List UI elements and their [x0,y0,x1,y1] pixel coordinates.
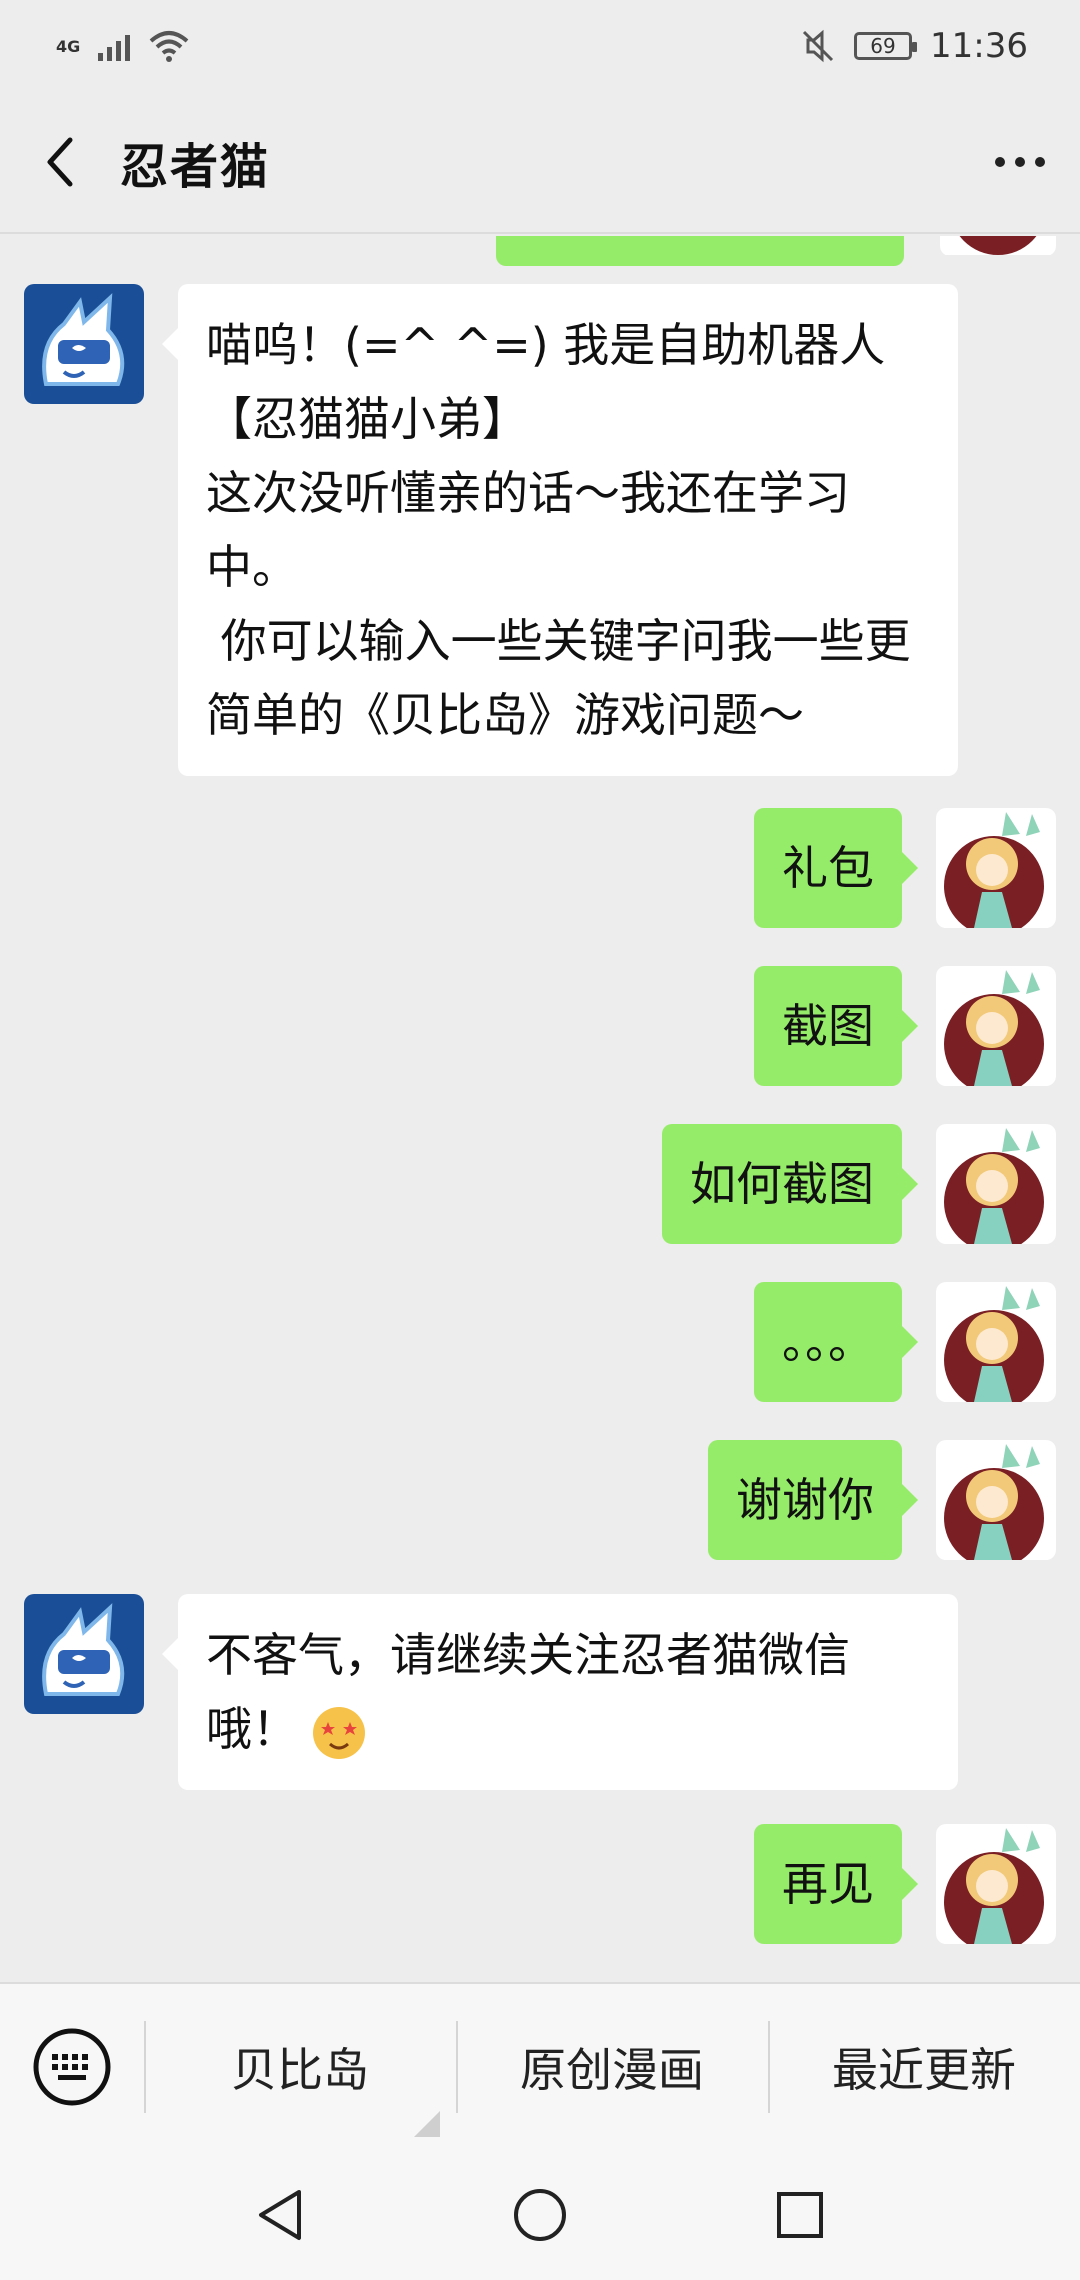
anime-girl-avatar-icon [936,1440,1056,1560]
message-outgoing: 截图 [754,966,1056,1086]
message-bubble[interactable]: 谢谢你 [708,1440,918,1560]
nav-recents-button[interactable] [770,2185,830,2245]
ninja-cat-icon [24,284,144,404]
message-bubble[interactable]: 截图 [754,966,918,1086]
menu-item-original-comics[interactable]: 原创漫画 [456,1983,768,2151]
nav-home-button[interactable] [510,2185,570,2245]
message-incoming: 喵呜！(=^ ^=) 我是自助机器人 【忍猫猫小弟】 这次没听懂亲的话～我还在学… [24,284,958,776]
menu-item-label: 贝比岛 [231,2043,369,2097]
message-bubble[interactable]: 不客气，请继续关注忍者猫微信哦！ [162,1594,958,1790]
battery-icon: 69 [854,32,918,60]
nav-back-button[interactable] [250,2185,310,2245]
user-avatar[interactable] [940,236,1056,256]
ninja-cat-icon [24,1594,144,1714]
network-type-label: 4G [56,36,81,56]
anime-girl-avatar-icon [936,966,1056,1086]
anime-girl-avatar-icon [936,1824,1056,1944]
user-avatar[interactable] [936,1124,1056,1244]
message-text: 不客气，请继续关注忍者猫微信哦！ [206,1628,850,1756]
submenu-indicator-icon [414,2111,440,2137]
message-outgoing: 谢谢你 [708,1440,1056,1560]
menu-item-label: 最近更新 [832,2043,1016,2097]
official-account-menu: 贝比岛 原创漫画 最近更新 [0,1982,1080,2150]
bot-avatar[interactable] [24,284,144,404]
chat-screen: 4G 69 11:36 忍者猫 喵呜！(=^ ^=) 我是自助机器人 【忍猫猫小… [0,0,1080,2280]
anime-girl-avatar-icon [936,808,1056,928]
chevron-left-icon [47,137,73,187]
triangle-back-icon [259,2190,301,2240]
anime-girl-avatar-icon [936,1124,1056,1244]
anime-girl-avatar-icon [936,1282,1056,1402]
status-bar: 4G 69 11:36 [0,0,1080,92]
message-bubble[interactable]: 礼包 [754,808,918,928]
message-outgoing: 礼包 [754,808,1056,928]
page-title: 忍者猫 [120,139,271,195]
partial-message-bubble [496,236,904,266]
message-bubble[interactable]: 。。。 [754,1282,918,1402]
system-navigation-bar [0,2150,1080,2280]
user-avatar[interactable] [936,1440,1056,1560]
clock: 11:36 [930,26,1028,66]
message-list[interactable]: 喵呜！(=^ ^=) 我是自助机器人 【忍猫猫小弟】 这次没听懂亲的话～我还在学… [0,236,1080,1982]
keyboard-toggle-button[interactable] [0,1983,144,2151]
message-bubble[interactable]: 喵呜！(=^ ^=) 我是自助机器人 【忍猫猫小弟】 这次没听懂亲的话～我还在学… [162,284,958,776]
message-incoming: 不客气，请继续关注忍者猫微信哦！ [24,1594,958,1790]
mute-icon [802,29,834,63]
star-eyes-emoji-icon [313,1706,365,1759]
wifi-icon [149,31,189,62]
back-button[interactable] [0,91,120,233]
keyboard-icon [33,2028,111,2106]
menu-item-beibidao[interactable]: 贝比岛 [144,1983,456,2151]
battery-level: 69 [870,34,896,58]
circle-home-icon [514,2189,566,2241]
title-bar: 忍者猫 [0,92,1080,234]
more-button[interactable] [960,91,1080,233]
message-bubble[interactable]: 再见 [754,1824,918,1944]
more-dots-icon [995,157,1005,167]
message-outgoing: 再见 [754,1824,1056,1944]
menu-item-recent-updates[interactable]: 最近更新 [768,1983,1080,2151]
square-recents-icon [777,2192,823,2238]
user-avatar[interactable] [936,1824,1056,1944]
bot-avatar[interactable] [24,1594,144,1714]
message-outgoing: 如何截图 [662,1124,1056,1244]
user-avatar[interactable] [936,1282,1056,1402]
user-avatar[interactable] [936,966,1056,1086]
menu-item-label: 原创漫画 [520,2043,704,2097]
user-avatar[interactable] [936,808,1056,928]
message-bubble[interactable]: 如何截图 [662,1124,918,1244]
message-outgoing: 。。。 [754,1282,1056,1402]
signal-icon [98,31,131,61]
